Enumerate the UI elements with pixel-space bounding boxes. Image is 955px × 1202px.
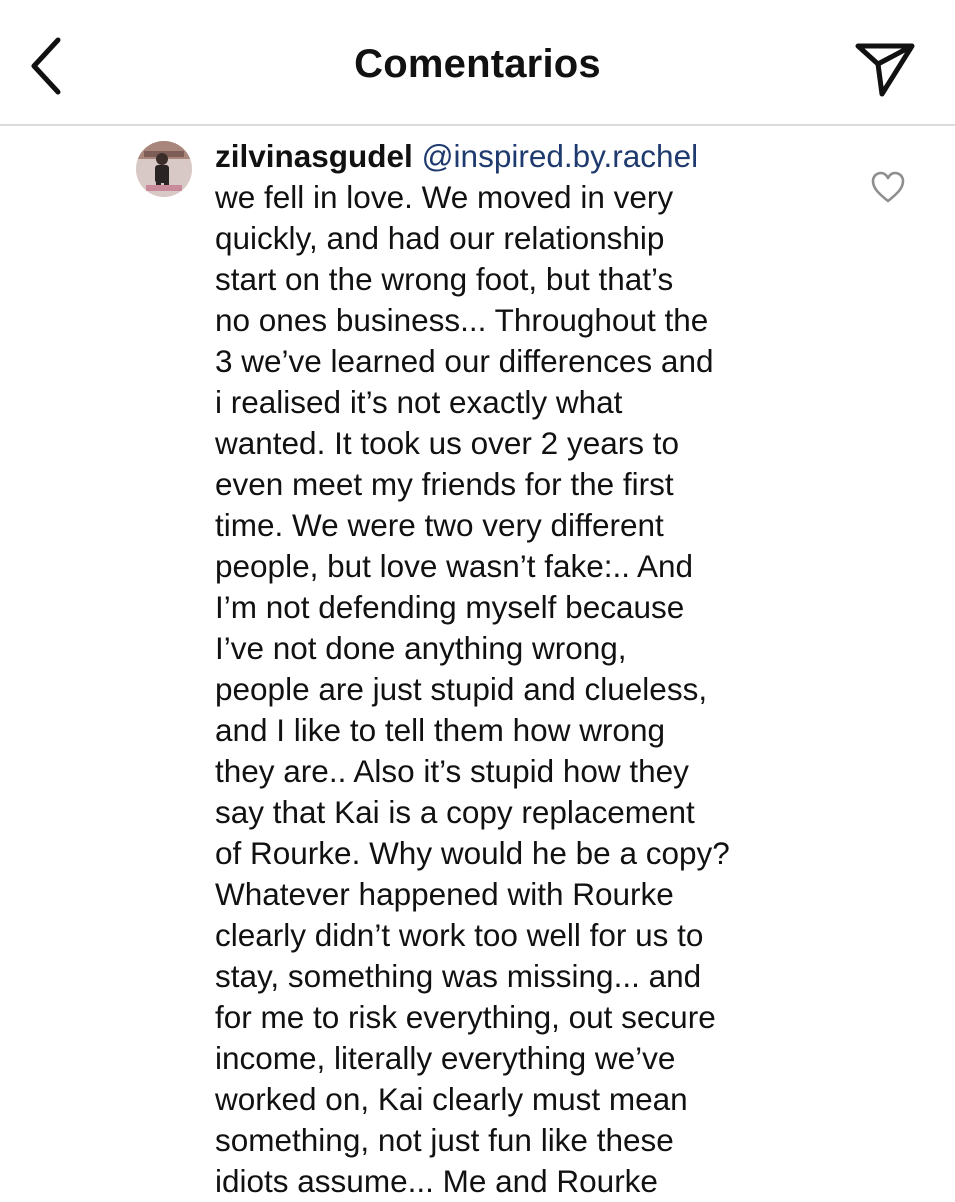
heart-outline-icon xyxy=(871,171,905,203)
user-photo-icon xyxy=(136,141,192,197)
comment-mention-link[interactable]: @inspired.by.rachel xyxy=(422,138,699,174)
page-title: Comentarios xyxy=(354,42,601,86)
comment-username[interactable]: zilvinasgudel xyxy=(215,138,413,174)
comment-text: we fell in love. We moved in very quickl… xyxy=(215,179,730,1199)
header-bar: Comentarios xyxy=(0,0,955,126)
like-button[interactable] xyxy=(870,170,906,204)
comment-item: zilvinasgudel @inspired.by.rachel we fel… xyxy=(0,126,955,1200)
paper-plane-icon xyxy=(855,43,915,97)
share-button[interactable] xyxy=(852,40,918,100)
comment-body: zilvinasgudel @inspired.by.rachel we fel… xyxy=(215,136,825,1202)
avatar[interactable] xyxy=(136,141,192,197)
